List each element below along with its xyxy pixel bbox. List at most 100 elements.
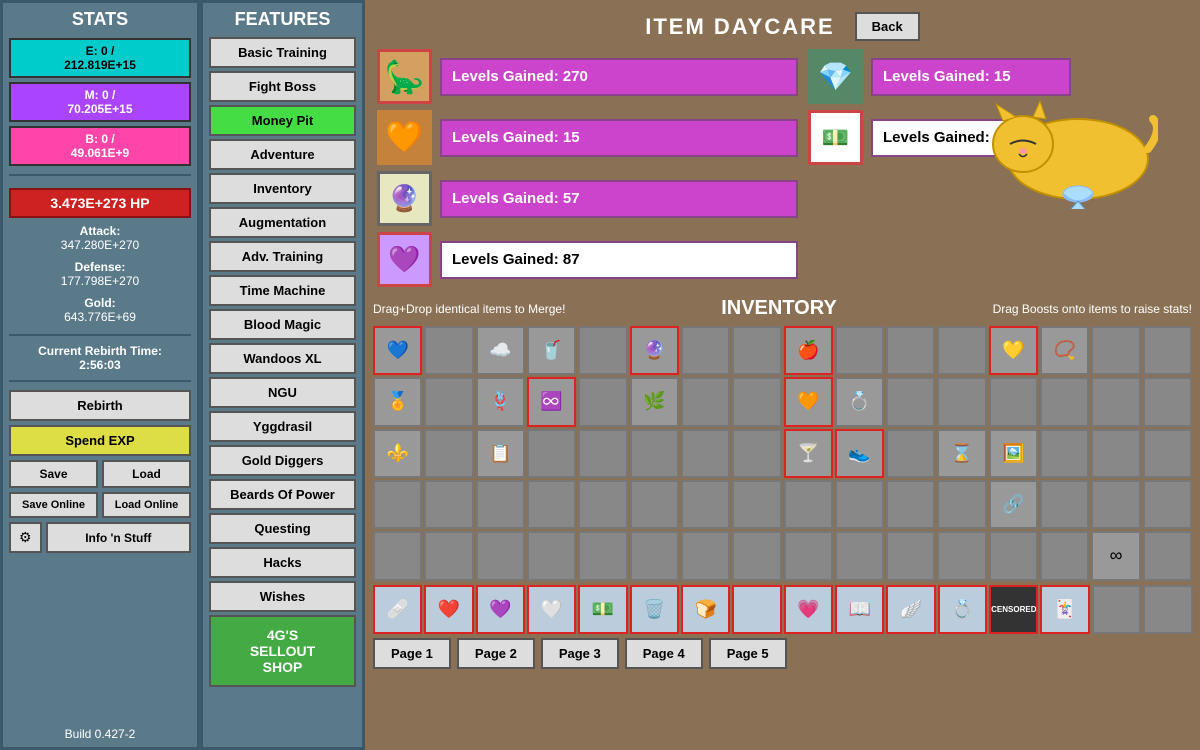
gear-button[interactable]: ⚙ [9, 522, 42, 553]
page-button-4[interactable]: Page 4 [625, 638, 703, 669]
inv-cell[interactable] [1091, 429, 1140, 478]
inv-cell[interactable] [732, 429, 781, 478]
inv-boost-cell[interactable] [1143, 585, 1192, 634]
inv-cell[interactable] [373, 480, 422, 529]
inv-boost-cell[interactable] [732, 585, 781, 634]
inv-cell[interactable] [937, 377, 986, 426]
inv-cell[interactable] [886, 429, 935, 478]
inv-cell[interactable] [424, 531, 473, 580]
inv-cell[interactable] [732, 480, 781, 529]
feature-btn-4g's-sellout-shop[interactable]: 4G'S SELLOUT SHOP [209, 615, 356, 687]
inv-boost-cell[interactable]: CENSORED [989, 585, 1038, 634]
inv-cell[interactable] [784, 531, 833, 580]
feature-btn-yggdrasil[interactable]: Yggdrasil [209, 411, 356, 442]
inv-cell[interactable]: 💛 [989, 326, 1038, 375]
inv-cell[interactable] [1091, 377, 1140, 426]
feature-btn-gold-diggers[interactable]: Gold Diggers [209, 445, 356, 476]
feature-btn-beards-of-power[interactable]: Beards Of Power [209, 479, 356, 510]
inv-cell[interactable] [835, 326, 884, 375]
inv-cell[interactable]: ∞ [1091, 531, 1140, 580]
page-button-2[interactable]: Page 2 [457, 638, 535, 669]
inv-cell[interactable] [1143, 480, 1192, 529]
inv-cell[interactable] [527, 531, 576, 580]
inv-cell[interactable] [886, 531, 935, 580]
inv-cell[interactable] [476, 480, 525, 529]
inv-cell[interactable] [732, 531, 781, 580]
info-button[interactable]: Info 'n Stuff [46, 522, 191, 553]
inv-cell[interactable]: 🥤 [527, 326, 576, 375]
inv-cell[interactable] [886, 480, 935, 529]
feature-btn-money-pit[interactable]: Money Pit [209, 105, 356, 136]
inv-cell[interactable] [1040, 480, 1089, 529]
inv-cell[interactable]: 📿 [1040, 326, 1089, 375]
inv-boost-cell[interactable]: 🤍 [527, 585, 576, 634]
inv-cell[interactable] [1143, 429, 1192, 478]
feature-btn-hacks[interactable]: Hacks [209, 547, 356, 578]
save-online-button[interactable]: Save Online [9, 492, 98, 518]
inv-cell[interactable] [681, 531, 730, 580]
feature-btn-adventure[interactable]: Adventure [209, 139, 356, 170]
inv-cell[interactable] [681, 326, 730, 375]
inv-cell[interactable]: 💍 [835, 377, 884, 426]
inv-cell[interactable] [630, 531, 679, 580]
inv-cell[interactable] [1040, 429, 1089, 478]
feature-btn-basic-training[interactable]: Basic Training [209, 37, 356, 68]
inv-boost-cell[interactable]: 💗 [784, 585, 833, 634]
inv-cell[interactable] [424, 429, 473, 478]
inv-cell[interactable]: 🧡 [784, 377, 833, 426]
inv-cell[interactable]: 🍸 [784, 429, 833, 478]
inv-cell[interactable] [630, 429, 679, 478]
inv-cell[interactable] [681, 480, 730, 529]
inv-cell[interactable] [578, 480, 627, 529]
inv-cell[interactable] [1143, 377, 1192, 426]
feature-btn-adv.-training[interactable]: Adv. Training [209, 241, 356, 272]
inv-cell[interactable] [732, 377, 781, 426]
page-button-5[interactable]: Page 5 [709, 638, 787, 669]
inv-cell[interactable] [681, 429, 730, 478]
inv-cell[interactable] [578, 429, 627, 478]
inv-cell[interactable] [373, 531, 422, 580]
inv-cell[interactable] [527, 429, 576, 478]
inv-cell[interactable] [424, 326, 473, 375]
inv-boost-cell[interactable]: 💜 [476, 585, 525, 634]
inv-cell[interactable] [578, 531, 627, 580]
inv-cell[interactable] [681, 377, 730, 426]
inv-cell[interactable] [476, 531, 525, 580]
inv-cell[interactable]: 🏅 [373, 377, 422, 426]
inv-cell[interactable] [1040, 377, 1089, 426]
load-online-button[interactable]: Load Online [102, 492, 191, 518]
inv-boost-cell[interactable]: 📖 [835, 585, 884, 634]
feature-btn-inventory[interactable]: Inventory [209, 173, 356, 204]
inv-cell[interactable] [937, 480, 986, 529]
inv-cell[interactable]: ♾️ [527, 377, 576, 426]
back-button[interactable]: Back [855, 12, 920, 41]
inv-cell[interactable]: ⌛ [937, 429, 986, 478]
inv-cell[interactable]: 🖼️ [989, 429, 1038, 478]
inv-cell[interactable]: 👟 [835, 429, 884, 478]
spend-exp-button[interactable]: Spend EXP [9, 425, 191, 456]
inv-cell[interactable] [527, 480, 576, 529]
inv-cell[interactable]: 🌿 [630, 377, 679, 426]
inv-cell[interactable] [1143, 326, 1192, 375]
inv-boost-cell[interactable]: 🗑️ [630, 585, 679, 634]
inv-cell[interactable] [732, 326, 781, 375]
inv-cell[interactable] [989, 531, 1038, 580]
inv-cell[interactable] [1143, 531, 1192, 580]
inv-cell[interactable]: 🍎 [784, 326, 833, 375]
inv-boost-cell[interactable] [1092, 585, 1141, 634]
inv-cell[interactable]: ⚜️ [373, 429, 422, 478]
inv-cell[interactable] [424, 480, 473, 529]
feature-btn-fight-boss[interactable]: Fight Boss [209, 71, 356, 102]
feature-btn-augmentation[interactable]: Augmentation [209, 207, 356, 238]
inv-cell[interactable] [989, 377, 1038, 426]
inv-cell[interactable] [578, 326, 627, 375]
page-button-1[interactable]: Page 1 [373, 638, 451, 669]
inv-cell[interactable]: 🪢 [476, 377, 525, 426]
inv-cell[interactable] [1091, 326, 1140, 375]
inv-cell[interactable] [424, 377, 473, 426]
inv-cell[interactable] [1040, 531, 1089, 580]
inv-cell[interactable] [886, 326, 935, 375]
inv-boost-cell[interactable]: 🍞 [681, 585, 730, 634]
inv-cell[interactable] [578, 377, 627, 426]
inv-cell[interactable] [886, 377, 935, 426]
